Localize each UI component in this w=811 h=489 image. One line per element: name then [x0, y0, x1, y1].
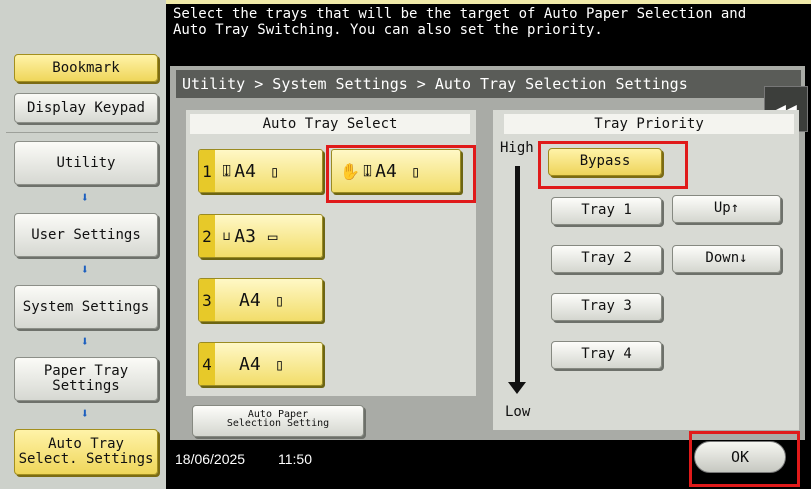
tray-number: 4 [199, 343, 215, 385]
arrow-down-icon: ⬇ [80, 334, 90, 350]
tray-1-button[interactable]: 1 ⍗ A4 ▯ [198, 149, 323, 193]
status-footer: 18/06/2025 11:50 [170, 444, 690, 474]
sidebar-divider [6, 132, 158, 133]
tray-feed-icon: ⍗ [223, 164, 231, 178]
priority-high-label: High [500, 140, 534, 156]
arrow-down-icon: ⬇ [80, 406, 90, 422]
highlight-box [538, 141, 688, 189]
tray-number: 3 [199, 279, 215, 321]
priority-arrow-down-icon [508, 382, 526, 394]
arrow-down-icon: ⬇ [80, 190, 90, 206]
auto-tray-select-title: Auto Tray Select [190, 114, 470, 134]
paper-orientation-icon: ▯ [274, 354, 285, 374]
arrow-down-icon: ⬇ [80, 262, 90, 278]
move-down-button[interactable]: Down↓ [672, 245, 781, 273]
breadcrumb: Utility > System Settings > Auto Tray Se… [176, 70, 801, 98]
tray-3-button[interactable]: 3 A4 ▯ [198, 278, 323, 322]
paper-orientation-icon: ▯ [274, 290, 285, 310]
instruction-text: Select the trays that will be the target… [173, 6, 747, 38]
tray-priority-title: Tray Priority [504, 114, 794, 134]
date-display: 18/06/2025 [175, 451, 246, 467]
highlight-box [689, 431, 800, 487]
priority-tray-3[interactable]: Tray 3 [551, 293, 662, 321]
paper-size: A4 [239, 289, 261, 311]
priority-tray-2[interactable]: Tray 2 [551, 245, 662, 273]
nav-user-settings[interactable]: User Settings [14, 213, 158, 257]
display-keypad-button[interactable]: Display Keypad [14, 93, 158, 123]
nav-system-settings[interactable]: System Settings [14, 285, 158, 329]
paper-size: A3 [234, 225, 256, 247]
priority-arrow-shaft [515, 166, 520, 388]
paper-orientation-icon: ▯ [269, 161, 280, 181]
nav-paper-tray-settings[interactable]: Paper Tray Settings [14, 357, 158, 401]
paper-orientation-icon: ▭ [267, 226, 278, 246]
tray-number: 1 [199, 150, 215, 192]
tray-2-button[interactable]: 2 ⊔ A3 ▭ [198, 214, 323, 258]
tray-4-button[interactable]: 4 A4 ▯ [198, 342, 323, 386]
priority-low-label: Low [505, 404, 531, 420]
auto-paper-selection-setting-button[interactable]: Auto Paper Selection Setting [192, 405, 364, 437]
move-up-button[interactable]: Up↑ [672, 195, 781, 223]
paper-size: A4 [234, 160, 256, 182]
bookmark-button[interactable]: Bookmark [14, 54, 158, 82]
tray-icon: ⊔ [223, 229, 231, 243]
nav-auto-tray-select-settings[interactable]: Auto Tray Select. Settings [14, 429, 158, 475]
paper-size: A4 [239, 353, 261, 375]
top-accent-bar [166, 0, 811, 4]
priority-tray-4[interactable]: Tray 4 [551, 341, 662, 369]
nav-utility[interactable]: Utility [14, 141, 158, 185]
priority-tray-1[interactable]: Tray 1 [551, 197, 662, 225]
highlight-box [326, 145, 476, 203]
tray-number: 2 [199, 215, 215, 257]
time-display: 11:50 [278, 451, 312, 467]
